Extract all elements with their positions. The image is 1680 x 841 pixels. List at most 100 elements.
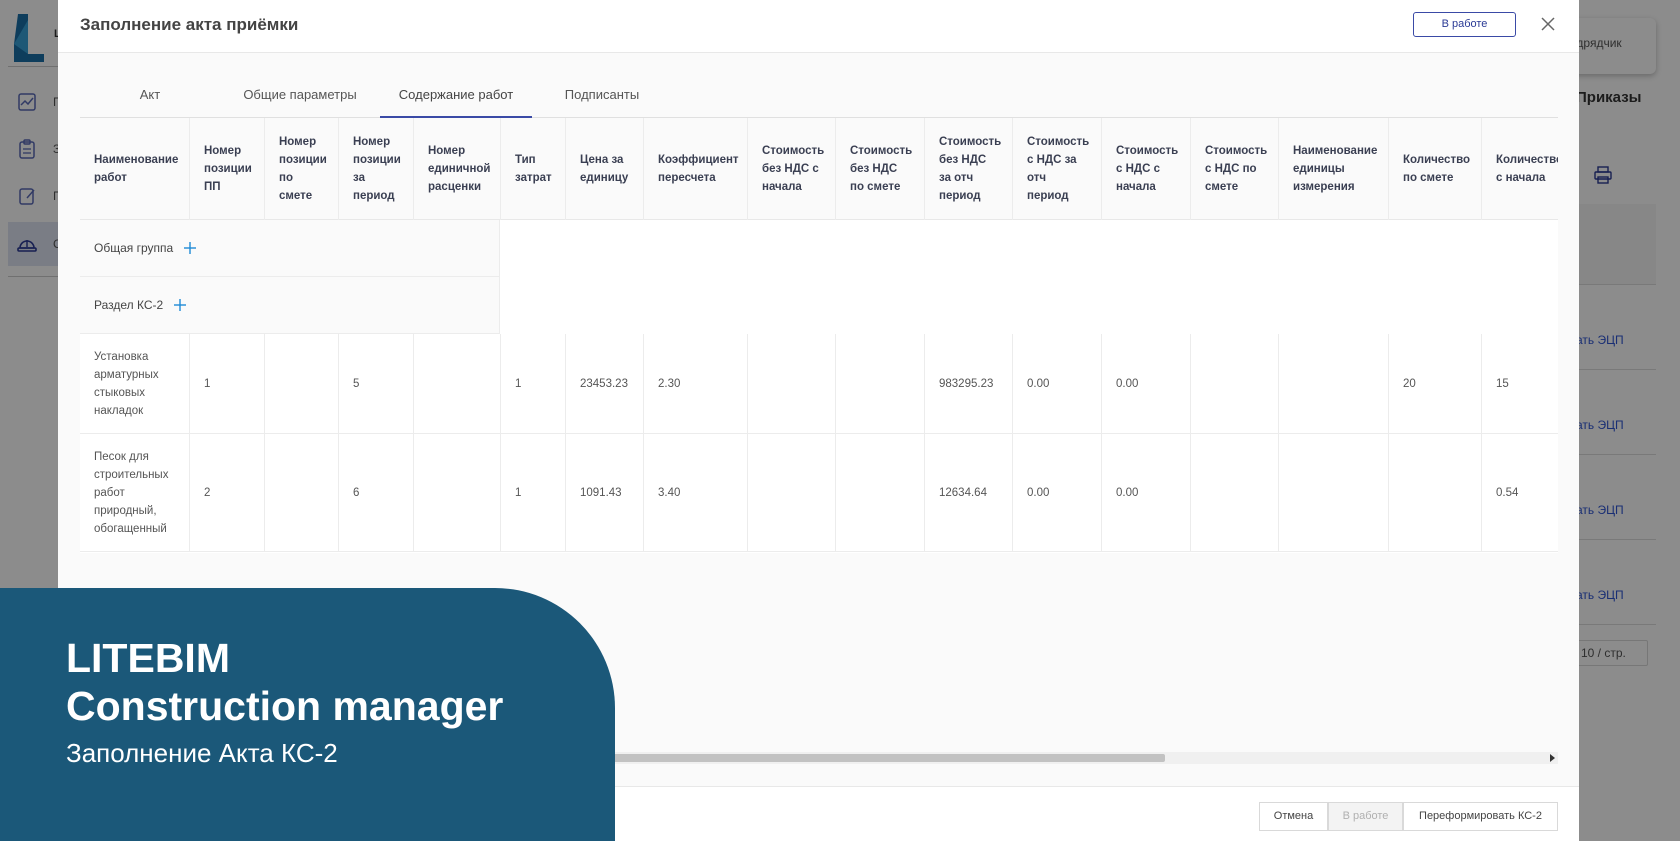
column-header-line: период (1027, 190, 1069, 202)
table-cell[interactable] (1191, 434, 1279, 552)
table-cell[interactable] (836, 434, 925, 552)
column-header: Стоимость с НДС с начала (1102, 118, 1191, 220)
work-name-cell[interactable]: Установка арматурных стыковых накладок (80, 334, 190, 434)
cancel-button[interactable]: Отмена (1259, 802, 1328, 831)
work-name-line: Песок для (94, 451, 149, 463)
reform-ks2-button[interactable]: Переформировать КС-2 (1403, 802, 1558, 831)
table-cell[interactable]: 15 (1482, 334, 1558, 434)
modal-header: Заполнение акта приёмки В работе (58, 0, 1579, 53)
table-cell[interactable] (836, 334, 925, 434)
column-header: Номер позиции за период (339, 118, 414, 220)
column-header-line: Наименование (1293, 145, 1378, 157)
column-header: Номер позиции по смете (265, 118, 339, 220)
column-header-line: единичной (428, 163, 491, 175)
column-header: Номер единичной расценки (414, 118, 501, 220)
in-work-button[interactable]: В работе (1328, 802, 1403, 831)
work-name-cell[interactable]: Песок для строительных работ природный, обог… (80, 434, 190, 552)
column-header-line: Тип (515, 154, 536, 166)
column-header-line: по смете (850, 181, 901, 193)
column-header: Тип затрат (501, 118, 566, 220)
column-header: Стоимость с НДС по смете (1191, 118, 1279, 220)
modal-title: Заполнение акта приёмки (80, 15, 299, 34)
table-cell[interactable]: 2.30 (644, 334, 748, 434)
table-header: Наименование работ Номер позиции ПП Номер пози… (80, 118, 1558, 220)
column-header-line: Стоимость (1205, 145, 1268, 157)
table-cell[interactable]: 5 (339, 334, 414, 434)
table-cell[interactable] (1279, 434, 1389, 552)
column-header-line: без НДС с (762, 163, 819, 175)
table-cell[interactable]: 1091.43 (566, 434, 644, 552)
column-header-line: затрат (515, 172, 552, 184)
table-cell[interactable] (1389, 434, 1482, 552)
column-header-line: Наименование (94, 154, 179, 166)
table-cell[interactable]: 1 (190, 334, 265, 434)
column-header-line: с НДС по (1205, 163, 1257, 175)
column-header-line: смете (279, 190, 313, 202)
table-cell[interactable] (414, 334, 501, 434)
table-cell[interactable]: 1 (501, 334, 566, 434)
column-header-line: Номер (279, 136, 317, 148)
column-header-line: период (353, 190, 395, 202)
table-cell[interactable] (1279, 334, 1389, 434)
column-header-line: Коэффициент (658, 154, 739, 166)
table-cell[interactable] (265, 434, 339, 552)
group-label: Общая группа (94, 241, 174, 255)
column-header: Стоимость без НДС с начала (748, 118, 836, 220)
column-header: Стоимость без НДС за отч период (925, 118, 1013, 220)
tab-bar: Акт Общие параметры Содержание работ Под… (80, 78, 1558, 118)
column-header: Коэффициент пересчета (644, 118, 748, 220)
column-header-line: смете (1205, 181, 1239, 193)
column-header-line: по смете (1403, 172, 1454, 184)
column-header-line: Номер (353, 136, 391, 148)
tab-act[interactable]: Акт (80, 78, 220, 117)
tab-work-contents[interactable]: Содержание работ (380, 78, 532, 118)
column-header-line: работ (94, 172, 127, 184)
table-cell[interactable]: 0.54 (1482, 434, 1558, 552)
column-header-line: отч (1027, 172, 1047, 184)
group-row: Общая группа (80, 220, 500, 277)
add-icon[interactable] (183, 241, 197, 255)
table-cell[interactable]: 0.00 (1013, 334, 1102, 434)
work-name-line: обогащенный (94, 523, 167, 535)
tab-signatories[interactable]: Подписанты (532, 78, 672, 117)
table-cell[interactable]: 12634.64 (925, 434, 1013, 552)
work-name-line: Установка (94, 351, 149, 363)
promo-subtitle: Заполнение Акта КС-2 (66, 738, 338, 768)
promo-banner: LITEBIM Construction manager Заполнение … (0, 588, 615, 841)
table-cell[interactable]: 20 (1389, 334, 1482, 434)
column-header-line: Номер (428, 145, 466, 157)
work-name-line: арматурных (94, 369, 159, 381)
table-cell[interactable]: 0.00 (1013, 434, 1102, 552)
column-header: Стоимость с НДС за отч период (1013, 118, 1102, 220)
column-header: Стоимость без НДС по смете (836, 118, 925, 220)
add-icon[interactable] (173, 298, 187, 312)
table-cell[interactable] (1191, 334, 1279, 434)
table-cell[interactable]: 6 (339, 434, 414, 552)
table-cell[interactable]: 23453.23 (566, 334, 644, 434)
works-table[interactable]: Наименование работ Номер позиции ПП Номер пози… (80, 118, 1558, 553)
tab-general-parameters[interactable]: Общие параметры (220, 78, 380, 117)
status-button[interactable]: В работе (1413, 12, 1516, 37)
table-cell[interactable]: 0.00 (1102, 334, 1191, 434)
row-divider (80, 551, 1558, 552)
column-header: Количество с начала (1482, 118, 1558, 220)
column-header-line: измерения (1293, 181, 1355, 193)
column-header-line: период (939, 190, 981, 202)
table-cell[interactable] (414, 434, 501, 552)
column-header-line: Стоимость (939, 136, 1002, 148)
column-header-line: ПП (204, 181, 221, 193)
table-cell[interactable]: 0.00 (1102, 434, 1191, 552)
scroll-right-icon[interactable] (1548, 754, 1556, 762)
close-icon[interactable] (1536, 12, 1560, 36)
column-header-line: Стоимость (1027, 136, 1090, 148)
table-cell[interactable] (748, 334, 836, 434)
table-cell[interactable] (265, 334, 339, 434)
table-cell[interactable]: 1 (501, 434, 566, 552)
column-header: Наименование единицы измерения (1279, 118, 1389, 220)
table-cell[interactable]: 3.40 (644, 434, 748, 552)
column-header-line: единицы (1293, 163, 1345, 175)
column-header-line: с начала (1496, 172, 1546, 184)
table-cell[interactable]: 983295.23 (925, 334, 1013, 434)
table-cell[interactable] (748, 434, 836, 552)
table-cell[interactable]: 2 (190, 434, 265, 552)
